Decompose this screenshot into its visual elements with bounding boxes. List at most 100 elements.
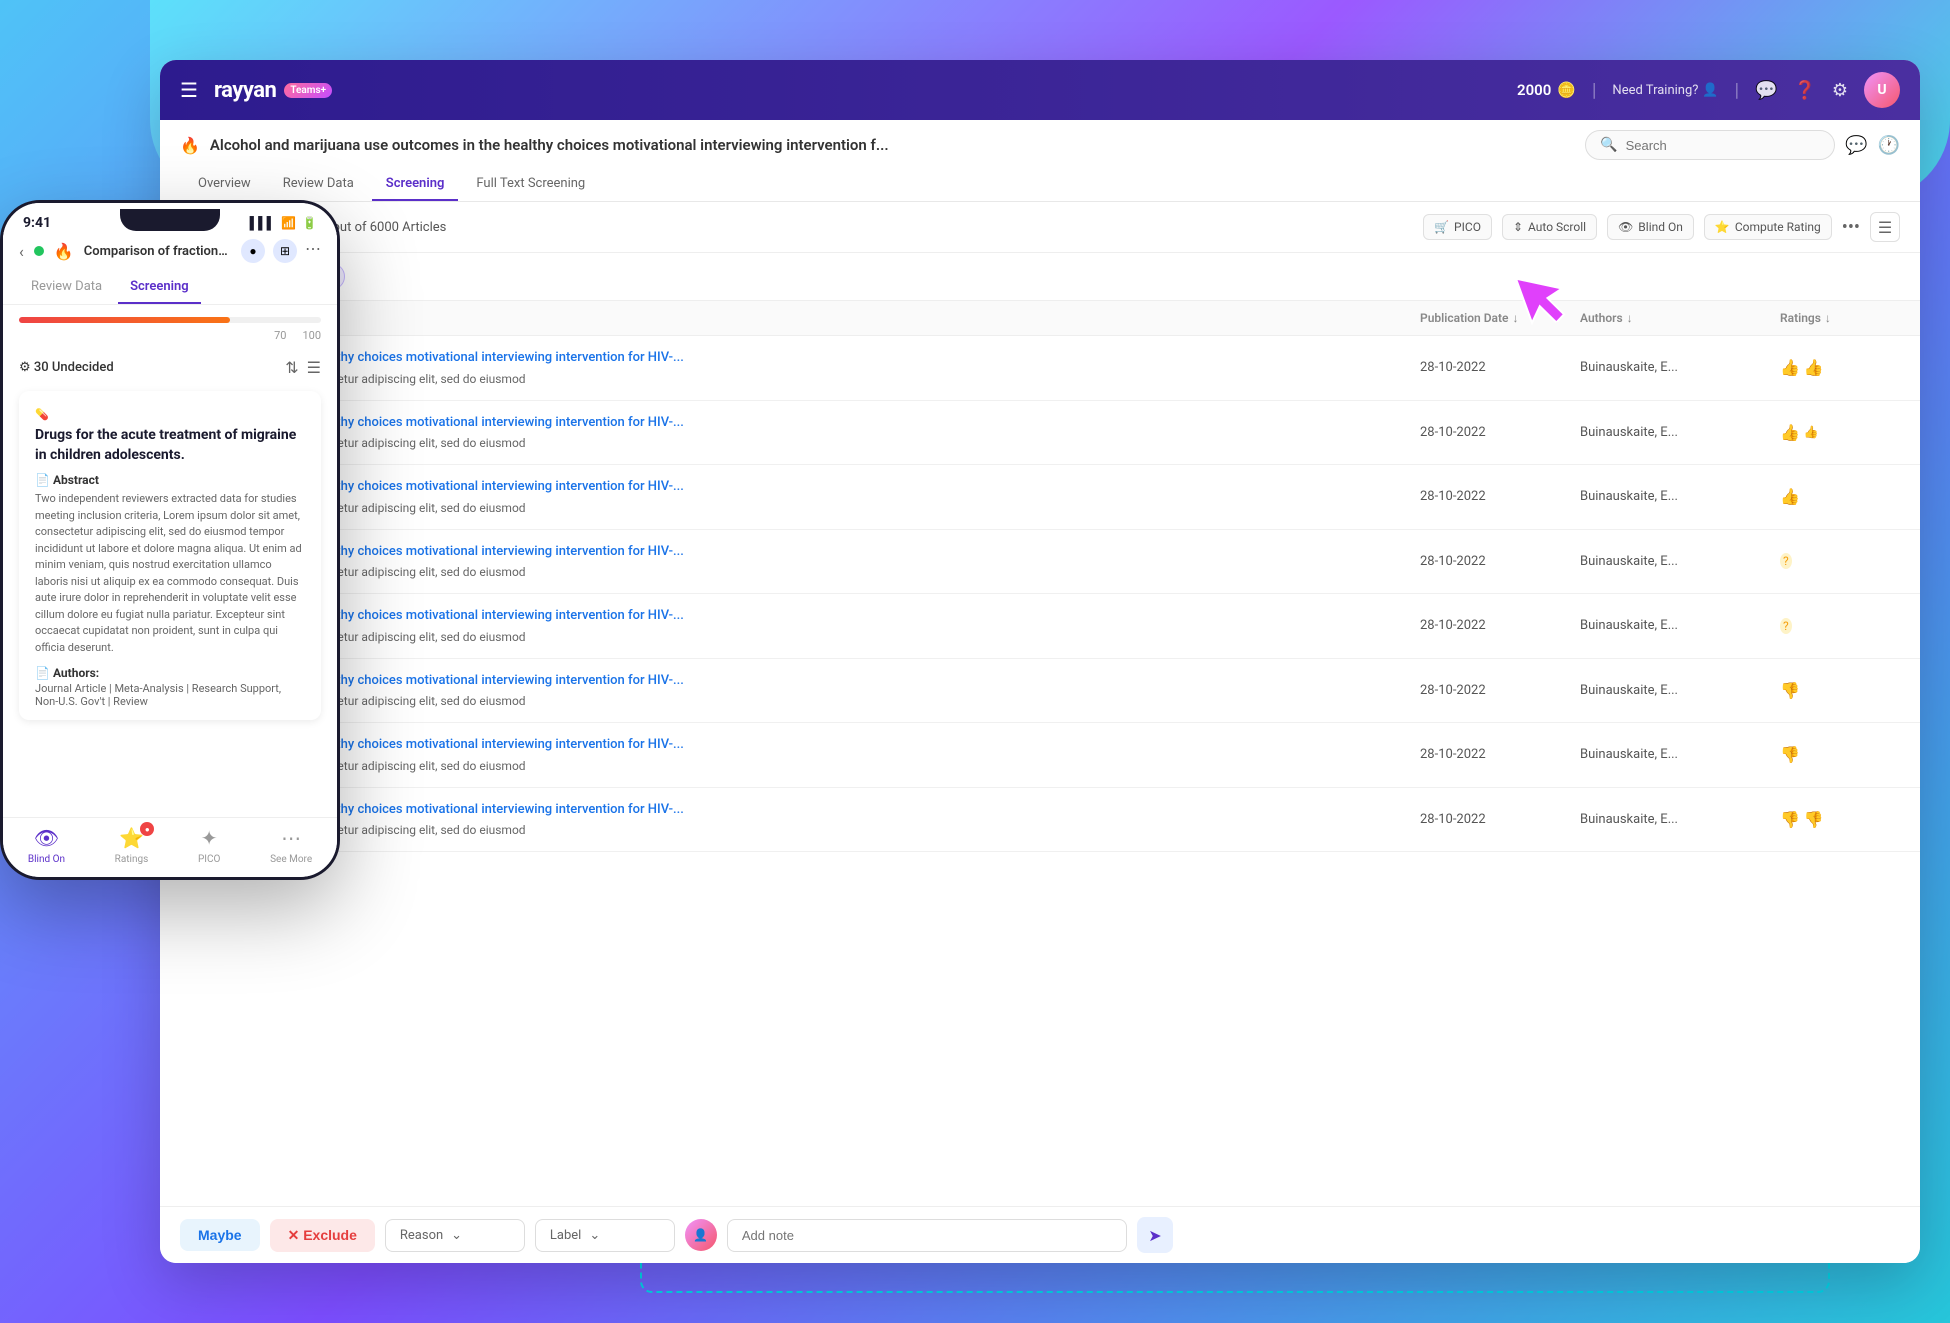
more-options-button[interactable]: ••• (1842, 217, 1860, 238)
logo-badge: Teams+ (284, 83, 332, 98)
phone-tab-blind-on[interactable]: 👁 Blind On (28, 826, 65, 865)
label-select[interactable]: Label ⌄ (535, 1219, 675, 1252)
phone-undecided-label: ⚙ 30 Undecided (19, 360, 277, 375)
table-row[interactable]: ...use outcomes in the healthy choices m… (160, 336, 1920, 401)
th-ratings[interactable]: Ratings ↓ (1780, 311, 1900, 325)
table-row[interactable]: ...use outcomes in the healthy choices m… (160, 465, 1920, 530)
rating-icons-2: 👍 👍 (1780, 423, 1900, 442)
credits-display: 2000 🪙 (1517, 81, 1576, 99)
auto-scroll-button[interactable]: ⇕ Auto Scroll (1502, 214, 1597, 240)
reason-select[interactable]: Reason ⌄ (385, 1219, 525, 1252)
article-author-1: Buinauskaite, E... (1580, 360, 1780, 375)
reason-chevron: ⌄ (451, 1228, 462, 1243)
auto-scroll-label: Auto Scroll (1528, 220, 1586, 234)
th-pub-date-label: Publication Date (1420, 311, 1508, 325)
clock-icon[interactable]: 🕐 (1878, 135, 1900, 156)
phone-tab-ratings[interactable]: ⭐ ● Ratings (115, 826, 149, 865)
rating-icons-3: 👍 (1780, 487, 1900, 506)
phone-progress-70: 70 (274, 329, 286, 342)
blind-on-tab-label: Blind On (28, 854, 65, 865)
phone-sort-icon[interactable]: ⇅ (285, 358, 298, 377)
compute-icon: ⭐ (1715, 220, 1730, 234)
th-authors-label: Authors (1580, 311, 1623, 325)
article-subtitle-2: ...sum dolor sit amet, consectetur adipi… (180, 434, 1420, 452)
wifi-icon: 📶 (281, 216, 296, 230)
article-date-1: 28-10-2022 (1420, 360, 1580, 375)
help-icon[interactable]: ❓ (1793, 80, 1815, 101)
article-author-4: Buinauskaite, E... (1580, 554, 1780, 569)
header-icon-group: 💬 🕐 (1845, 135, 1900, 156)
compute-rating-button[interactable]: ⭐ Compute Rating (1704, 214, 1832, 240)
nav-bar: ☰ rayyan Teams+ 2000 🪙 | Need Training? … (160, 60, 1920, 120)
send-button[interactable]: ➤ (1137, 1217, 1173, 1253)
add-note-input[interactable] (727, 1219, 1127, 1252)
chat-icon[interactable]: 💬 (1755, 80, 1777, 101)
table-row[interactable]: ...use outcomes in the healthy choices m… (160, 530, 1920, 595)
article-subtitle-6: ...sum dolor sit amet, consectetur adipi… (180, 692, 1420, 710)
th-ratings-sort: ↓ (1825, 311, 1831, 325)
ratings-tab-label: Ratings (115, 854, 149, 865)
table-row[interactable]: ...use outcomes in the healthy choices m… (160, 401, 1920, 466)
table-row[interactable]: ...use outcomes in the healthy choices m… (160, 723, 1920, 788)
article-title-2: ...use outcomes in the healthy choices m… (180, 413, 1420, 433)
action-bar: Maybe ✕ Exclude Reason ⌄ Label ⌄ 👤 ➤ (160, 1206, 1920, 1263)
maybe-button[interactable]: Maybe (180, 1219, 260, 1251)
phone-tab-see-more[interactable]: ⋯ See More (270, 826, 312, 865)
hamburger-menu[interactable]: ☰ (180, 78, 198, 102)
phone-article-card[interactable]: 💊 Drugs for the acute treatment of migra… (19, 391, 321, 720)
user-avatar[interactable]: U (1864, 72, 1900, 108)
phone-time: 9:41 (23, 215, 51, 231)
phone-tab-review-data[interactable]: Review Data (19, 271, 114, 304)
phone-tab-pico[interactable]: ✦ PICO (198, 826, 220, 865)
phone-bottom-bar: 👁 Blind On ⭐ ● Ratings ✦ PICO ⋯ See More (3, 817, 337, 877)
see-more-tab-label: See More (270, 854, 312, 865)
toolbar-row: Showing 1,450 Undecided out of 6000 Arti… (160, 202, 1920, 253)
article-text-1: ...use outcomes in the healthy choices m… (180, 348, 1420, 388)
article-subtitle-3: ...sum dolor sit amet, consectetur adipi… (180, 499, 1420, 517)
pico-button[interactable]: 🛒 PICO (1423, 214, 1492, 240)
filter-button[interactable]: ☰ (1870, 212, 1900, 242)
label-chevron: ⌄ (589, 1228, 600, 1243)
phone-grid-icon: ⊞ (273, 239, 297, 263)
tab-review-data[interactable]: Review Data (269, 168, 368, 201)
article-title-8: ...use outcomes in the healthy choices m… (180, 800, 1420, 820)
table-row[interactable]: ...use outcomes in the healthy choices m… (160, 594, 1920, 659)
logo-text: rayyan (214, 78, 276, 103)
blind-on-button[interactable]: 👁 Blind On (1607, 214, 1694, 240)
credits-count: 2000 (1517, 81, 1551, 99)
article-date-5: 28-10-2022 (1420, 618, 1580, 633)
search-input[interactable] (1626, 138, 1806, 153)
rating-icons-5: ? (1780, 618, 1900, 634)
tab-full-text[interactable]: Full Text Screening (462, 168, 599, 201)
phone-tab-screening[interactable]: Screening (118, 271, 201, 304)
phone-progress-bar (19, 317, 321, 323)
exclude-button[interactable]: ✕ Exclude (270, 1219, 375, 1252)
th-authors[interactable]: Authors ↓ (1580, 311, 1780, 325)
article-author-7: Buinauskaite, E... (1580, 747, 1780, 762)
training-link[interactable]: Need Training? 👤 (1612, 83, 1718, 98)
table-row[interactable]: ...use outcomes in the healthy choices m… (160, 788, 1920, 853)
blind-on-tab-icon: 👁 (34, 826, 59, 850)
article-text-6: ...use outcomes in the healthy choices m… (180, 671, 1420, 711)
article-subtitle-7: ...sum dolor sit amet, consectetur adipi… (180, 757, 1420, 775)
tab-screening[interactable]: Screening (372, 168, 459, 201)
tab-overview[interactable]: Overview (184, 168, 265, 201)
pico-label: PICO (1454, 220, 1481, 234)
blind-on-icon: 👁 (1618, 220, 1633, 234)
article-date-6: 28-10-2022 (1420, 683, 1580, 698)
article-date-4: 28-10-2022 (1420, 554, 1580, 569)
settings-icon[interactable]: ⚙ (1832, 80, 1848, 101)
thumb-up-icon-2: 👍 (1804, 358, 1824, 377)
phone-abstract-label: 📄 Abstract (35, 473, 305, 487)
phone-back-button[interactable]: ‹ (19, 242, 24, 261)
phone-authors-label: 📄 Authors: (35, 666, 305, 680)
annotation-icon[interactable]: 💬 (1845, 135, 1867, 156)
phone-nav: ‹ 🔥 Comparison of fractional, nonablati.… (3, 231, 337, 271)
rating-icons-4: ? (1780, 553, 1900, 569)
th-ratings-label: Ratings (1780, 311, 1821, 325)
phone-circle-icon: ● (241, 239, 265, 263)
phone-filter-icon[interactable]: ☰ (307, 358, 321, 377)
table-row[interactable]: ...use outcomes in the healthy choices m… (160, 659, 1920, 724)
rating-icons-6: 👎 (1780, 681, 1900, 700)
phone-emoji: 🔥 (54, 242, 74, 261)
